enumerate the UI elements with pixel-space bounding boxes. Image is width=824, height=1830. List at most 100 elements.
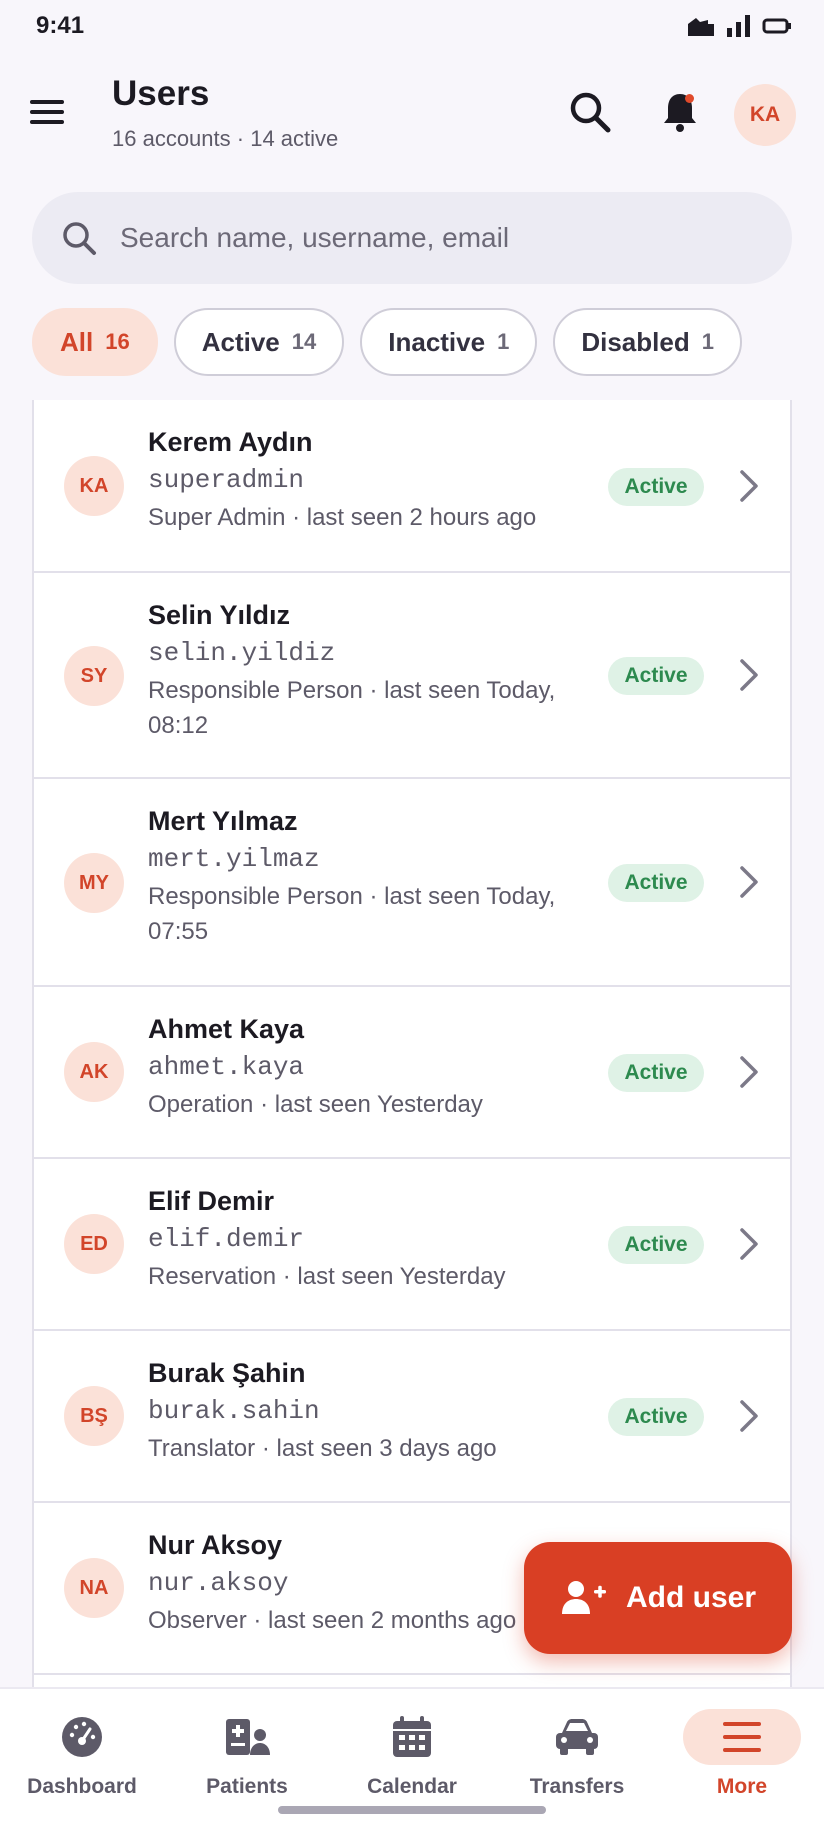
- header-search-button[interactable]: [566, 88, 614, 136]
- user-row[interactable]: SY Selin Yıldız selin.yildiz Responsible…: [34, 573, 790, 779]
- user-row[interactable]: AK Ahmet Kaya ahmet.kaya Operation · las…: [34, 987, 790, 1159]
- chevron-right-icon: [740, 866, 758, 898]
- dashboard-icon: [62, 1717, 102, 1757]
- user-role: Responsible Person: [148, 677, 363, 704]
- chip-count: 16: [105, 329, 130, 354]
- user-info: Nur Aksoy nur.aksoy Observer · last seen…: [148, 1527, 568, 1638]
- filter-chip-all[interactable]: All 16: [32, 308, 158, 376]
- signal-icon: [727, 15, 750, 37]
- app-header: Users 16 accounts · 14 active KA: [0, 70, 824, 170]
- user-name: Mert Yılmaz: [148, 806, 298, 836]
- user-name: Ahmet Kaya: [148, 1014, 305, 1044]
- filter-chip-active[interactable]: Active 14: [173, 308, 345, 376]
- nav-label: Calendar: [367, 1775, 457, 1798]
- user-meta: Responsible Person · last seen Today, 08…: [148, 677, 556, 739]
- user-username: superadmin: [148, 465, 305, 495]
- chip-count: 1: [497, 329, 510, 354]
- user-name: Nur Aksoy: [148, 1530, 283, 1560]
- status-filter-chips: All 16 Active 14 Inactive 1 Disabled 1: [32, 308, 742, 376]
- chip-count: 14: [291, 329, 317, 354]
- user-avatar: AK: [64, 1042, 124, 1102]
- search-input[interactable]: [120, 222, 720, 254]
- user-meta: Observer · last seen 2 months ago: [148, 1607, 517, 1634]
- car-icon: [556, 1719, 598, 1755]
- user-last-seen: last seen 2 months ago: [268, 1607, 517, 1634]
- user-info: Kerem Aydın superadmin Super Admin · las…: [148, 424, 568, 535]
- user-username: selin.yildiz: [148, 638, 336, 668]
- user-avatar: KA: [64, 456, 124, 516]
- user-avatar: MY: [64, 853, 124, 913]
- status-icons: [686, 14, 792, 38]
- user-avatar: ED: [64, 1214, 124, 1274]
- user-username: elif.demir: [148, 1224, 305, 1254]
- nav-label: Dashboard: [27, 1775, 137, 1798]
- notification-dot: [685, 94, 694, 103]
- chevron-right-icon: [740, 659, 758, 691]
- user-row[interactable]: MY Mert Yılmaz mert.yilmaz Responsible P…: [34, 779, 790, 987]
- chevron-right-icon: [740, 1056, 758, 1088]
- user-row[interactable]: ED Elif Demir elif.demir Reservation · l…: [34, 1159, 790, 1331]
- filter-chip-disabled[interactable]: Disabled 1: [553, 308, 742, 376]
- home-indicator: [278, 1806, 546, 1814]
- user-meta: Responsible Person · last seen Today, 07…: [148, 883, 556, 945]
- nav-item-dashboard[interactable]: Dashboard: [7, 1709, 157, 1809]
- page-subtitle: 16 accounts · 14 active: [112, 126, 338, 152]
- chip-label: All: [60, 326, 94, 357]
- nav-label: Patients: [206, 1775, 288, 1798]
- user-username: burak.sahin: [148, 1396, 320, 1426]
- user-last-seen: last seen Yesterday: [297, 1263, 506, 1290]
- nav-icon-wrap: [32, 1709, 132, 1765]
- status-time: 9:41: [36, 12, 85, 39]
- user-role: Translator: [148, 1435, 256, 1462]
- add-user-button[interactable]: Add user: [524, 1542, 792, 1654]
- nav-item-patients[interactable]: Patients: [172, 1709, 322, 1809]
- menu-icon: [723, 1722, 761, 1752]
- notification-indicator-icon: [688, 18, 714, 36]
- user-role: Observer: [148, 1607, 247, 1634]
- add-user-icon: [561, 1581, 606, 1614]
- status-badge: Active: [608, 1054, 704, 1092]
- nav-item-transfers[interactable]: Transfers: [502, 1709, 652, 1809]
- user-avatar: BŞ: [64, 1386, 124, 1446]
- nav-icon-wrap: [197, 1709, 297, 1765]
- user-name: Burak Şahin: [148, 1358, 306, 1388]
- nav-icon-wrap: [362, 1709, 462, 1765]
- accounts-count: 16 accounts: [112, 126, 231, 151]
- user-row[interactable]: KA Kerem Aydın superadmin Super Admin · …: [34, 400, 790, 573]
- user-info: Mert Yılmaz mert.yilmaz Responsible Pers…: [148, 803, 568, 949]
- user-username: nur.aksoy: [148, 1568, 289, 1598]
- patients-icon: [226, 1719, 270, 1755]
- chevron-right-icon: [740, 1400, 758, 1432]
- user-meta: Operation · last seen Yesterday: [148, 1091, 483, 1118]
- filter-chip-inactive[interactable]: Inactive 1: [360, 308, 538, 376]
- active-count: 14 active: [250, 126, 339, 151]
- search-icon: [570, 92, 611, 133]
- user-name: Selin Yıldız: [148, 600, 291, 630]
- user-info: Selin Yıldız selin.yildiz Responsible Pe…: [148, 597, 568, 743]
- search-icon: [63, 222, 96, 255]
- calendar-icon: [393, 1716, 431, 1757]
- hamburger-icon: [30, 100, 64, 124]
- chip-label: Active: [201, 326, 280, 357]
- nav-item-calendar[interactable]: Calendar: [337, 1709, 487, 1809]
- user-info: Burak Şahin burak.sahin Translator · las…: [148, 1355, 568, 1466]
- user-role: Operation: [148, 1091, 254, 1118]
- user-username: mert.yilmaz: [148, 844, 320, 874]
- user-meta: Reservation · last seen Yesterday: [148, 1263, 506, 1290]
- user-meta: Super Admin · last seen 2 hours ago: [148, 504, 537, 531]
- page-title: Users: [112, 74, 210, 113]
- menu-button[interactable]: [28, 92, 68, 132]
- chevron-right-icon: [740, 1228, 758, 1260]
- user-row[interactable]: BŞ Burak Şahin burak.sahin Translator · …: [34, 1331, 790, 1503]
- nav-icon-wrap: [683, 1709, 801, 1765]
- nav-item-more[interactable]: More: [667, 1709, 817, 1809]
- nav-icon-wrap: [527, 1709, 627, 1765]
- status-badge: Active: [608, 864, 704, 902]
- notifications-button[interactable]: [656, 88, 704, 136]
- user-name: Elif Demir: [148, 1186, 275, 1216]
- status-bar: 9:41: [0, 0, 824, 56]
- search-bar[interactable]: [32, 192, 792, 284]
- user-info: Elif Demir elif.demir Reservation · last…: [148, 1183, 568, 1294]
- profile-avatar[interactable]: KA: [734, 84, 796, 146]
- chip-label: Inactive: [388, 326, 486, 357]
